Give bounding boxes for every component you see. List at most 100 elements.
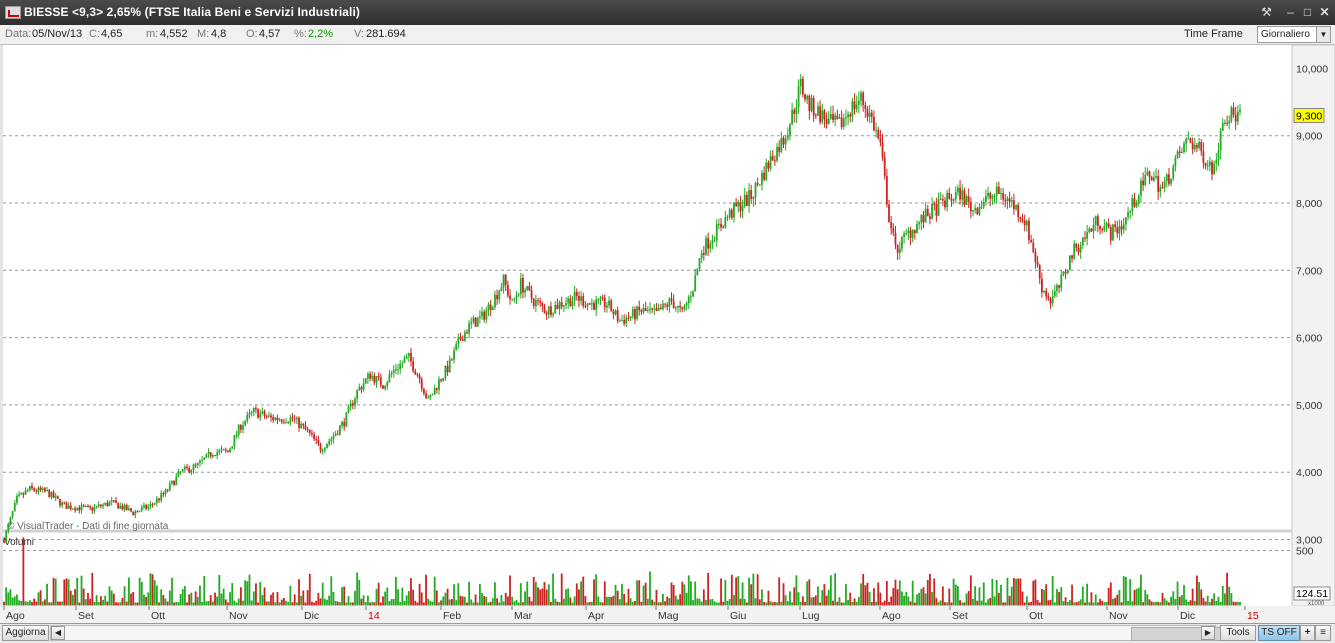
candle-body: [427, 397, 430, 399]
volume-bar: [791, 602, 794, 606]
volume-bar: [379, 602, 382, 606]
volume-bar: [123, 586, 126, 606]
volume-bar: [435, 590, 438, 606]
close-icon[interactable]: ✕: [1316, 4, 1333, 20]
minimize-icon[interactable]: –: [1282, 4, 1299, 20]
candlestick: [474, 317, 477, 327]
candle-body: [838, 117, 841, 119]
volume-bar: [819, 602, 822, 606]
volume-bar: [211, 601, 214, 606]
volume-bar: [636, 580, 638, 606]
volume-bar: [776, 602, 778, 606]
candle-body: [711, 240, 714, 244]
volume-bar: [1133, 590, 1136, 606]
candle-body: [444, 366, 447, 378]
candle-body: [1161, 187, 1164, 189]
candle-body: [1202, 151, 1205, 163]
volume-bar: [877, 582, 880, 606]
volume-bar: [814, 595, 817, 606]
candle-body: [864, 104, 867, 110]
volume-bar: [205, 601, 208, 606]
candlestick: [1112, 223, 1114, 241]
candle-body: [907, 230, 910, 233]
volume-bar: [244, 580, 247, 606]
volume-bar: [199, 585, 201, 606]
scroll-left-icon[interactable]: ◀: [51, 626, 65, 640]
candle-body: [834, 115, 837, 121]
volume-bar: [82, 588, 85, 606]
volume-bar: [222, 588, 225, 606]
dropdown-icon[interactable]: ▼: [1316, 27, 1330, 42]
pin-icon[interactable]: ⚒: [1258, 4, 1275, 20]
candle-body: [1056, 285, 1058, 292]
candle-body: [545, 312, 548, 315]
volume-bar: [304, 602, 307, 606]
add-button[interactable]: +: [1300, 625, 1315, 641]
volume-bar: [472, 602, 475, 606]
candle-body: [836, 115, 839, 119]
candle-body: [982, 201, 985, 207]
volume-bar: [1032, 580, 1035, 606]
candle-body: [255, 408, 257, 410]
volume-bar: [782, 583, 785, 606]
candle-body: [517, 294, 520, 296]
candle-body: [76, 507, 79, 511]
volume-bar: [946, 602, 949, 606]
volume-bar: [560, 573, 563, 606]
candle-body: [1088, 228, 1091, 233]
candle-body: [181, 469, 184, 472]
volume-bar: [614, 584, 617, 606]
candle-body: [1122, 224, 1125, 230]
volume-bar: [24, 601, 27, 606]
candle-body: [99, 504, 102, 507]
time-axis-label: Nov: [229, 610, 248, 622]
menu-icon[interactable]: ≡: [1315, 625, 1331, 641]
candle-body: [354, 398, 356, 406]
candle-body: [1208, 161, 1211, 166]
candle-body: [313, 434, 315, 440]
volume-bar: [1086, 583, 1089, 606]
volume-bar: [894, 579, 897, 606]
volume-bar: [851, 602, 854, 606]
horizontal-scrollbar[interactable]: ◀ ▶: [50, 625, 1253, 641]
candle-body: [814, 115, 817, 117]
volume-bar: [1075, 602, 1078, 606]
candle-body: [11, 511, 14, 518]
timeframe-select[interactable]: Giornaliero ▼: [1257, 26, 1331, 43]
candle-body: [606, 305, 608, 308]
refresh-button[interactable]: Aggiorna: [2, 625, 49, 641]
volume-bar: [112, 593, 115, 606]
candle-body: [326, 444, 328, 449]
volume-bar: [1221, 585, 1224, 606]
volume-bar: [272, 592, 275, 606]
candle-body: [285, 422, 287, 424]
candle-body: [993, 195, 996, 197]
volume-bar: [972, 598, 974, 606]
candle-body: [963, 190, 966, 205]
volume-bar: [578, 589, 580, 606]
volume-bar: [698, 598, 701, 606]
volume-bar: [1239, 602, 1241, 606]
price-chart[interactable]: 3,0004,0005,0006,0007,0008,0009,00010,00…: [0, 45, 1335, 623]
volume-bar: [270, 594, 272, 606]
candle-body: [481, 311, 483, 317]
candle-body: [793, 109, 796, 114]
candle-body: [825, 119, 828, 125]
volume-bar: [1187, 601, 1190, 606]
candle-body: [810, 97, 813, 111]
volume-bar: [812, 597, 815, 606]
volume-bar: [1025, 596, 1028, 606]
volume-bar: [1159, 602, 1162, 606]
volume-bar: [726, 600, 729, 606]
volume-bar: [442, 596, 445, 606]
candle-body: [961, 190, 964, 200]
volume-bar: [1172, 591, 1175, 606]
candle-body: [489, 304, 492, 310]
maximize-icon[interactable]: □: [1299, 4, 1316, 20]
candle-body: [883, 157, 886, 176]
ts-off-button[interactable]: TS OFF: [1258, 625, 1300, 641]
volume-bar: [959, 600, 961, 606]
tools-button[interactable]: Tools: [1220, 625, 1256, 641]
scroll-right-icon[interactable]: ▶: [1201, 626, 1215, 640]
candle-body: [127, 508, 130, 511]
